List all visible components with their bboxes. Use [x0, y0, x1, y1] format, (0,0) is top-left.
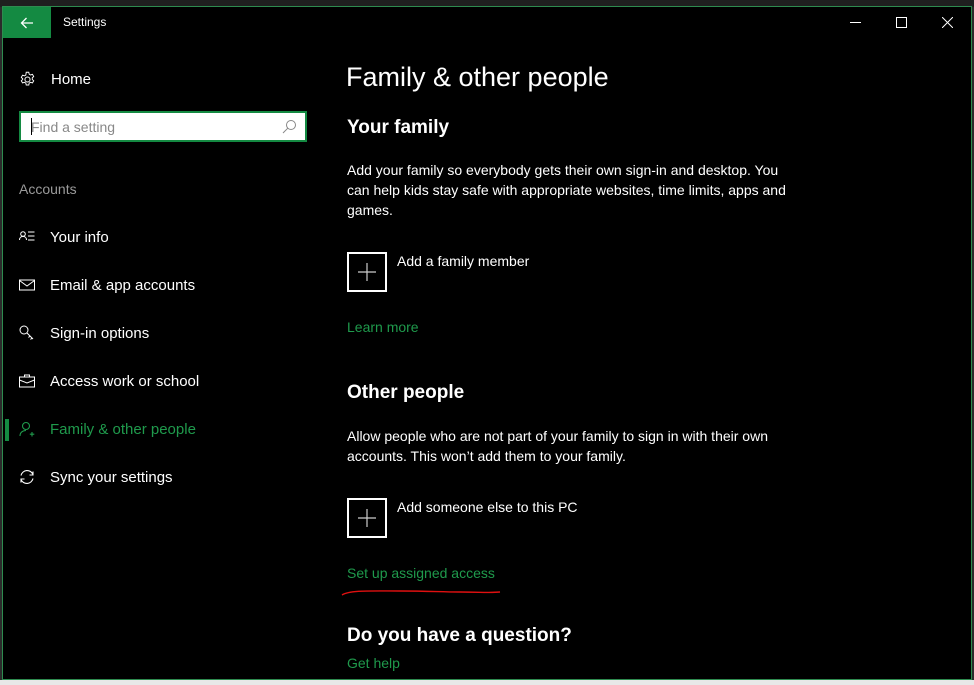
- section-label-accounts: Accounts: [19, 181, 77, 197]
- sidebar-item-access-work-school[interactable]: Access work or school: [3, 361, 323, 401]
- other-people-heading: Other people: [347, 382, 465, 403]
- sidebar-item-email-app-accounts[interactable]: Email & app accounts: [3, 265, 323, 305]
- add-person-icon: [19, 421, 35, 437]
- minimize-button[interactable]: [832, 7, 878, 38]
- plus-icon: [358, 263, 376, 281]
- set-up-assigned-access-link[interactable]: Set up assigned access: [347, 565, 495, 581]
- plus-box: [347, 252, 387, 292]
- page-title: Family & other people: [346, 62, 609, 92]
- your-family-heading: Your family: [347, 117, 450, 138]
- plus-icon: [358, 509, 376, 527]
- add-someone-else-label: Add someone else to this PC: [397, 499, 578, 515]
- key-icon: [19, 325, 34, 340]
- briefcase-icon: [19, 374, 35, 388]
- gear-icon: [20, 71, 35, 85]
- arrow-left-icon: [20, 17, 33, 28]
- question-heading: Do you have a question?: [347, 625, 572, 646]
- sidebar-item-label: Sync your settings: [50, 468, 173, 486]
- settings-window: Settings Home Accounts: [2, 6, 972, 680]
- window-title: Settings: [63, 15, 107, 29]
- sidebar-item-your-info[interactable]: Your info: [3, 217, 323, 257]
- sidebar-home[interactable]: Home: [19, 68, 91, 90]
- learn-more-link[interactable]: Learn more: [347, 319, 419, 335]
- sidebar-item-family-other-people[interactable]: Family & other people: [3, 409, 323, 449]
- sidebar-item-label: Email & app accounts: [50, 276, 196, 294]
- minimize-icon: [849, 22, 861, 23]
- sidebar-item-sign-in-options[interactable]: Sign-in options: [3, 313, 323, 353]
- close-button[interactable]: [924, 7, 970, 38]
- red-underline-annotation: [341, 590, 501, 596]
- back-button[interactable]: [3, 7, 51, 38]
- sidebar-item-label: Access work or school: [50, 372, 200, 390]
- plus-box: [347, 498, 387, 538]
- selected-indicator: [5, 419, 9, 441]
- get-help-link[interactable]: Get help: [347, 655, 400, 671]
- add-someone-else-button[interactable]: Add someone else to this PC: [347, 498, 578, 538]
- add-family-member-button[interactable]: Add a family member: [347, 252, 529, 292]
- contact-info-icon: [19, 231, 35, 241]
- other-people-description: Allow people who are not part of your fa…: [347, 428, 768, 464]
- sidebar-item-label: Sign-in options: [50, 324, 150, 342]
- sidebar-item-sync-settings[interactable]: Sync your settings: [3, 457, 323, 497]
- maximize-icon: [895, 17, 907, 28]
- search-input[interactable]: [21, 113, 281, 140]
- sidebar-item-label: Family & other people: [50, 420, 196, 438]
- search-box[interactable]: [19, 111, 307, 142]
- close-icon: [941, 17, 953, 28]
- mail-icon: [19, 279, 35, 291]
- search-icon[interactable]: [281, 119, 297, 135]
- text-cursor: [31, 118, 32, 135]
- title-bar: Settings: [3, 7, 971, 38]
- home-label: Home: [51, 70, 92, 88]
- desktop-background-bottom: [0, 680, 974, 685]
- add-family-member-label: Add a family member: [397, 253, 530, 269]
- sidebar: Home Accounts Your info Email &: [3, 38, 323, 678]
- your-family-description: Add your family so everybody gets their …: [347, 162, 786, 218]
- maximize-button[interactable]: [878, 7, 924, 38]
- sidebar-item-label: Your info: [50, 228, 109, 246]
- sync-icon: [20, 470, 34, 484]
